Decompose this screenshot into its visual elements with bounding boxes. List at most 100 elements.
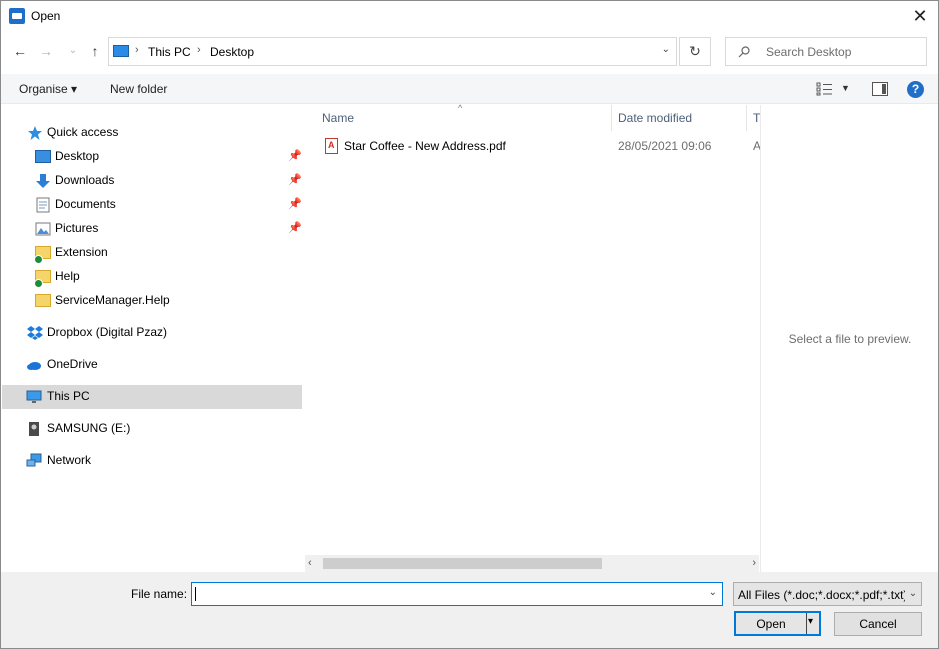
file-date-cell: 28/05/2021 09:06 xyxy=(618,139,712,153)
dropbox-icon xyxy=(27,326,43,340)
sidebar-item-extension[interactable]: Extension xyxy=(2,241,302,265)
search-icon xyxy=(738,46,750,58)
sidebar-item-label: Pictures xyxy=(55,221,99,235)
table-row[interactable]: Star Coffee - New Address.pdf 28/05/2021… xyxy=(320,135,761,157)
address-bar[interactable]: › This PC › Desktop ⌄ xyxy=(108,37,677,66)
sidebar-item-downloads[interactable]: Downloads 📌 xyxy=(2,169,302,193)
desktop-folder-icon xyxy=(35,150,51,163)
star-icon xyxy=(28,126,42,140)
sidebar-item-label: Help xyxy=(55,269,80,283)
file-name-label: File name: xyxy=(131,587,188,601)
pin-icon: 📌 xyxy=(288,222,302,234)
sidebar-item-desktop[interactable]: Desktop 📌 xyxy=(2,145,302,169)
file-type-filter-select[interactable]: All Files (*.doc;*.docx;*.pdf;*.txt) ⌄ xyxy=(733,582,922,606)
pin-icon: 📌 xyxy=(288,174,302,186)
help-icon[interactable]: ? xyxy=(907,81,924,98)
refresh-button[interactable]: ↻ xyxy=(679,37,711,66)
preview-pane: Select a file to preview. xyxy=(760,105,938,572)
sidebar-item-documents[interactable]: Documents 📌 xyxy=(2,193,302,217)
file-name-dropdown-chevron-icon[interactable]: ⌄ xyxy=(709,587,717,598)
sidebar-item-this-pc[interactable]: This PC xyxy=(2,385,302,409)
sidebar-item-label: Extension xyxy=(55,245,108,259)
recent-locations-chevron-icon[interactable]: ⌄ xyxy=(64,42,82,60)
sidebar-item-label: Network xyxy=(47,453,92,467)
drive-icon xyxy=(29,422,39,436)
preview-message: Select a file to preview. xyxy=(788,332,912,346)
sidebar-item-samsung-drive[interactable]: SAMSUNG (E:) xyxy=(2,417,302,441)
sidebar-item-onedrive[interactable]: OneDrive xyxy=(2,353,302,377)
scroll-left-arrow-icon[interactable]: ‹ xyxy=(308,557,312,569)
view-dropdown-chevron-icon[interactable]: ▼ xyxy=(841,83,850,93)
address-row: ← → ⌄ ↑ › This PC › Desktop ⌄ ↻ Search D… xyxy=(1,32,938,70)
sidebar-item-label: This PC xyxy=(47,389,90,403)
open-file-dialog: Open ✕ ← → ⌄ ↑ › This PC › Desktop ⌄ ↻ S… xyxy=(0,0,939,649)
download-icon xyxy=(36,174,50,188)
app-icon xyxy=(9,8,25,24)
new-folder-button[interactable]: New folder xyxy=(110,82,167,96)
sidebar-item-pictures[interactable]: Pictures 📌 xyxy=(2,217,302,241)
computer-icon xyxy=(113,45,129,57)
scroll-right-arrow-icon[interactable]: › xyxy=(752,557,756,569)
open-button[interactable]: Open ▾ xyxy=(734,611,821,636)
back-arrow-icon[interactable]: ← xyxy=(11,42,29,60)
sidebar-item-label: Dropbox (Digital Pzaz) xyxy=(47,325,168,339)
sidebar-item-quick-access[interactable]: Quick access xyxy=(2,121,302,145)
computer-icon xyxy=(26,390,42,403)
column-divider[interactable] xyxy=(746,105,747,131)
folder-icon xyxy=(34,246,51,264)
sidebar-item-label: ServiceManager.Help xyxy=(55,293,170,307)
column-divider[interactable] xyxy=(611,105,612,131)
navigation-pane: Quick access Desktop 📌 Downloads 📌 Docum… xyxy=(2,105,304,571)
search-placeholder: Search Desktop xyxy=(766,45,852,59)
view-options-icon[interactable] xyxy=(816,82,834,96)
organise-menu-button[interactable]: Organise ▾ xyxy=(19,82,77,96)
up-arrow-icon[interactable]: ↑ xyxy=(86,42,104,60)
breadcrumb-desktop[interactable]: Desktop xyxy=(210,45,254,59)
breadcrumb-separator-icon: › xyxy=(135,44,139,56)
pin-icon: 📌 xyxy=(288,150,302,162)
sidebar-item-label: Downloads xyxy=(55,173,115,187)
file-name-field[interactable]: ⌄ xyxy=(191,582,723,606)
cloud-icon xyxy=(27,362,41,370)
file-list: ^ Name Date modified T Star Coffee - New… xyxy=(305,103,761,572)
close-button[interactable]: ✕ xyxy=(906,3,934,29)
split-divider xyxy=(806,613,807,634)
sidebar-item-servicemanager-help[interactable]: ServiceManager.Help xyxy=(2,289,302,313)
forward-arrow-icon[interactable]: → xyxy=(37,42,55,60)
cancel-button[interactable]: Cancel xyxy=(834,612,922,636)
file-type-filter-value: All Files (*.doc;*.docx;*.pdf;*.txt) xyxy=(738,588,908,602)
open-options-dropdown-icon[interactable]: ▾ xyxy=(808,616,813,627)
sidebar-item-help[interactable]: Help xyxy=(2,265,302,289)
sidebar-item-label: SAMSUNG (E:) xyxy=(47,421,131,435)
command-toolbar: Organise ▾ New folder ▼ ? xyxy=(1,74,938,104)
sidebar-item-label: Documents xyxy=(55,197,116,211)
pin-icon: 📌 xyxy=(288,198,302,210)
file-name-cell: Star Coffee - New Address.pdf xyxy=(344,139,506,153)
breadcrumb-separator-icon: › xyxy=(197,44,201,56)
sidebar-item-network[interactable]: Network xyxy=(2,449,302,473)
sync-status-icon xyxy=(34,255,43,264)
column-header-name[interactable]: Name xyxy=(322,111,354,137)
documents-icon xyxy=(36,197,50,213)
sidebar-item-dropbox[interactable]: Dropbox (Digital Pzaz) xyxy=(2,321,302,345)
scrollbar-thumb[interactable] xyxy=(323,558,602,569)
folder-icon xyxy=(35,294,51,307)
column-header-date-modified[interactable]: Date modified xyxy=(618,111,692,137)
text-caret xyxy=(195,587,196,601)
filter-dropdown-chevron-icon[interactable]: ⌄ xyxy=(905,583,921,605)
search-input[interactable]: Search Desktop xyxy=(725,37,927,66)
preview-pane-toggle-icon[interactable] xyxy=(872,82,888,96)
open-button-label: Open xyxy=(756,617,786,631)
network-icon xyxy=(26,453,42,467)
pictures-icon xyxy=(35,222,51,236)
sort-ascending-icon: ^ xyxy=(458,103,463,113)
sidebar-item-label: OneDrive xyxy=(47,357,98,371)
pdf-file-icon xyxy=(325,138,338,154)
folder-icon xyxy=(34,270,51,288)
horizontal-scrollbar[interactable]: ‹ › xyxy=(305,555,759,572)
window-title: Open xyxy=(31,9,61,23)
address-dropdown-chevron-icon[interactable]: ⌄ xyxy=(662,44,670,55)
sidebar-item-label: Desktop xyxy=(55,149,100,163)
breadcrumb-this-pc[interactable]: This PC xyxy=(148,45,191,59)
dialog-footer: File name: ⌄ All Files (*.doc;*.docx;*.p… xyxy=(1,572,938,648)
